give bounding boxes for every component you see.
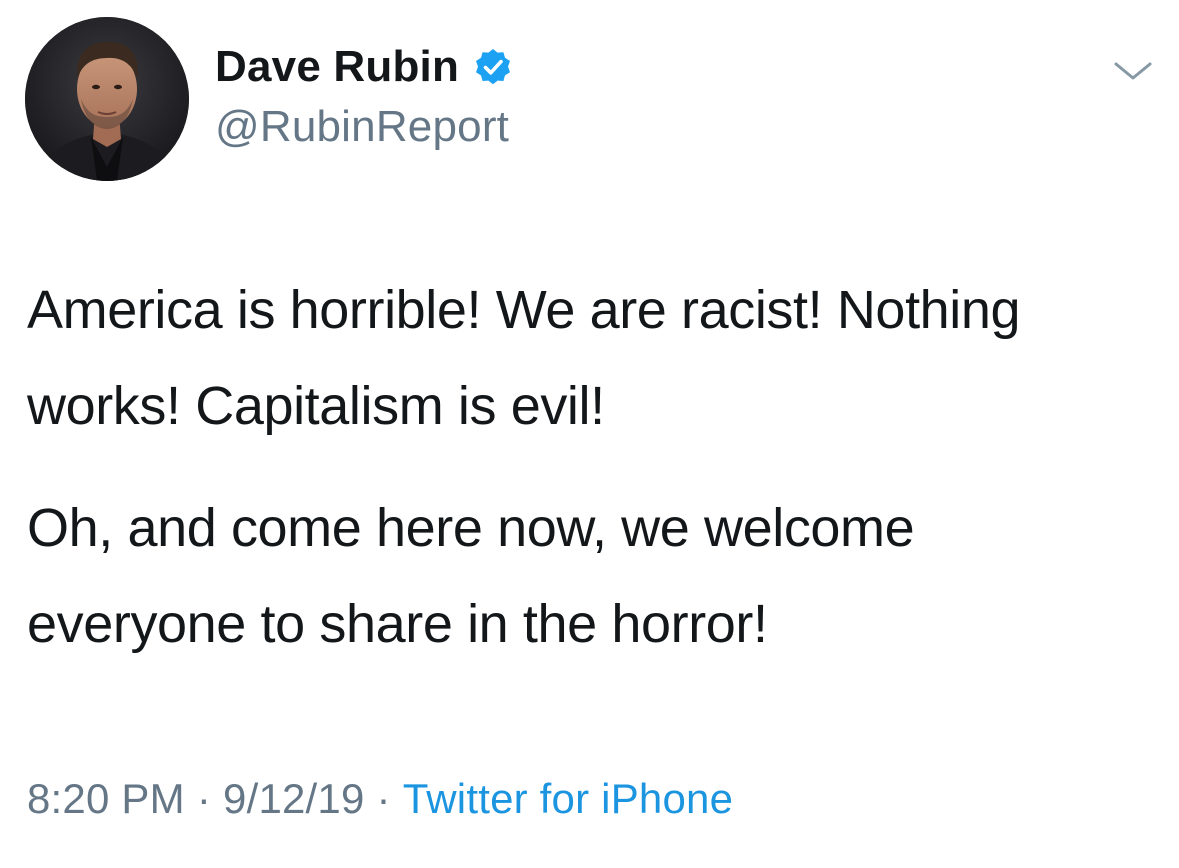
tweet-card: Dave Rubin @RubinReport America is horri… <box>0 0 1179 868</box>
tweet-time[interactable]: 8:20 PM <box>27 775 185 822</box>
meta-separator: · <box>196 775 212 822</box>
display-name[interactable]: Dave Rubin <box>215 42 459 92</box>
tweet-date[interactable]: 9/12/19 <box>223 775 365 822</box>
tweet-paragraph-2: Oh, and come here now, we welcome everyo… <box>27 498 915 654</box>
tweet-meta: 8:20 PM · 9/12/19 · Twitter for iPhone <box>27 775 733 823</box>
chevron-down-icon[interactable] <box>1110 56 1156 86</box>
meta-separator-2: · <box>376 775 391 822</box>
tweet-text: America is horrible! We are racist! Noth… <box>27 262 1147 672</box>
name-row: Dave Rubin <box>215 40 513 94</box>
author-block[interactable]: Dave Rubin @RubinReport <box>215 40 513 152</box>
avatar[interactable] <box>25 17 189 181</box>
tweet-paragraph-1: America is horrible! We are racist! Noth… <box>27 280 1021 436</box>
verified-badge-icon <box>473 47 513 87</box>
user-handle[interactable]: @RubinReport <box>215 102 513 152</box>
avatar-image <box>25 17 189 181</box>
tweet-source-link[interactable]: Twitter for iPhone <box>403 775 733 822</box>
